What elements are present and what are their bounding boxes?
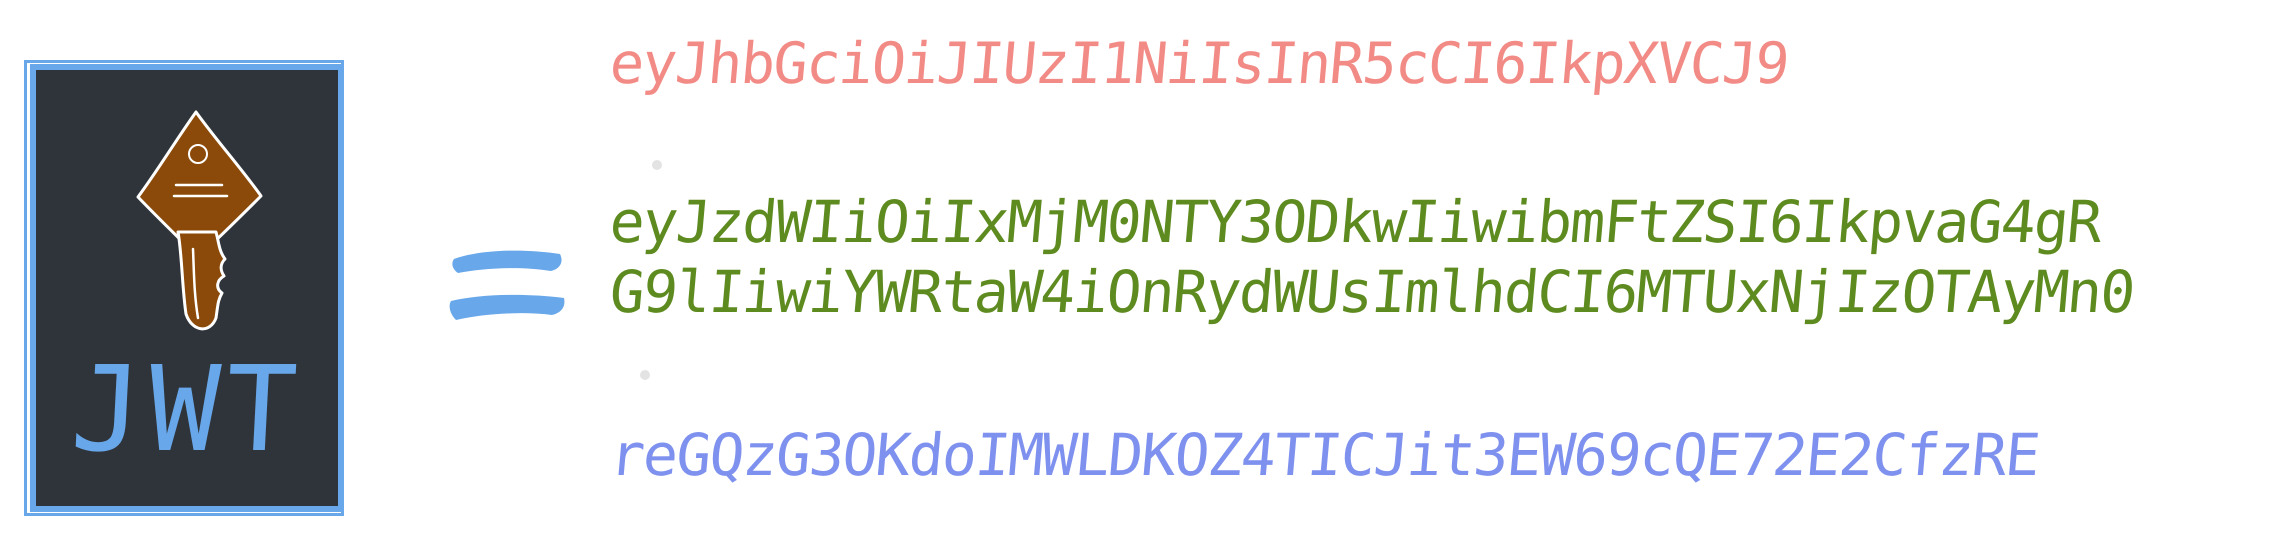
equals-bottom-bar <box>449 294 565 320</box>
key-icon <box>136 110 263 331</box>
jwt-payload-line-2: G9lIiwiYWRtaW4iOnRydWUsImlhdCI6MTUxNjIzO… <box>607 258 2137 326</box>
jwt-card: JWT <box>30 64 344 512</box>
jwt-signature-text: reGQzG3OKdoIMWLDKOZ4TICJit3EW69cQE72E2Cf… <box>607 421 2042 489</box>
jwt-payload-line-1: eyJzdWIiOiIxMjM0NTY3ODkwIiwibmFtZSI6Ikpv… <box>607 188 2104 256</box>
key-shaft <box>176 230 227 331</box>
jwt-header-text: eyJhbGciOiJIUzI1NiIsInR5cCI6IkpXVCJ9 <box>607 31 1791 97</box>
jwt-label: JWT <box>67 340 307 478</box>
equals-top-bar <box>452 250 562 273</box>
separator-dot <box>640 370 650 380</box>
equals-icon <box>449 250 565 320</box>
separator-dot <box>652 160 662 170</box>
